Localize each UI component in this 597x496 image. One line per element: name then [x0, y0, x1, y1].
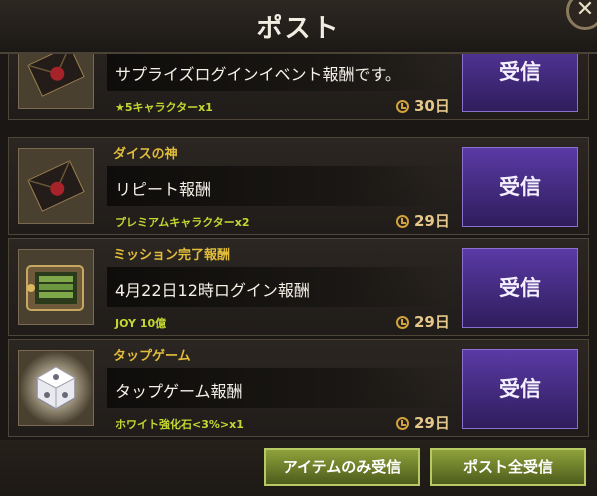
mail-list[interactable]: サプライズログインイベント報酬です。 ★5キャラクターx1 30日 受信 ダイス…	[8, 54, 589, 440]
alarm-clock-icon	[396, 316, 409, 329]
envelope-icon	[18, 148, 94, 224]
mail-header: ポスト	[0, 0, 597, 54]
alarm-clock-icon	[396, 417, 409, 430]
expiry-days: 30日	[414, 97, 450, 115]
expiry: 29日	[396, 412, 450, 433]
expiry: 29日	[396, 311, 450, 332]
mail-item: タップゲーム タップゲーム報酬 ホワイト強化石<3%>x1 29日 受信	[8, 339, 589, 437]
mail-item: ダイスの神 リピート報酬 プレミアムキャラクターx2 29日 受信	[8, 137, 589, 235]
mail-item: サプライズログインイベント報酬です。 ★5キャラクターx1 30日 受信	[8, 54, 589, 120]
white-gem-icon	[18, 350, 94, 426]
receive-button[interactable]: 受信	[462, 248, 578, 328]
mail-reward: ホワイト強化石<3%>x1	[115, 418, 244, 431]
expiry-days: 29日	[414, 313, 450, 331]
expiry: 30日	[396, 95, 450, 116]
mail-reward: ★5キャラクターx1	[115, 101, 213, 114]
expiry-days: 29日	[414, 414, 450, 432]
page-title: ポスト	[256, 14, 341, 44]
alarm-clock-icon	[396, 100, 409, 113]
receive-button[interactable]: 受信	[462, 147, 578, 227]
mail-title: 4月22日12時ログイン報酬	[115, 281, 310, 300]
expiry-days: 29日	[414, 212, 450, 230]
receive-button[interactable]: 受信	[462, 349, 578, 429]
mail-item: ミッション完了報酬 4月22日12時ログイン報酬 JOY 10億 29日 受信	[8, 238, 589, 336]
expiry: 29日	[396, 210, 450, 231]
mail-sender: ダイスの神	[113, 147, 178, 162]
mail-sender: タップゲーム	[113, 349, 191, 364]
receive-button[interactable]: 受信	[462, 54, 578, 112]
mail-reward: JOY 10億	[115, 317, 167, 330]
alarm-clock-icon	[396, 215, 409, 228]
receive-items-only-button[interactable]: アイテムのみ受信	[264, 448, 420, 486]
safe-icon	[18, 249, 94, 325]
mail-reward: プレミアムキャラクターx2	[115, 216, 250, 229]
close-icon: ✕	[575, 0, 595, 22]
receive-all-button[interactable]: ポスト全受信	[430, 448, 586, 486]
mail-sender: ミッション完了報酬	[113, 248, 231, 263]
mail-title: タップゲーム報酬	[115, 382, 243, 401]
mail-title: サプライズログインイベント報酬です。	[115, 65, 401, 84]
envelope-icon	[18, 54, 94, 109]
mail-title: リピート報酬	[115, 180, 212, 199]
